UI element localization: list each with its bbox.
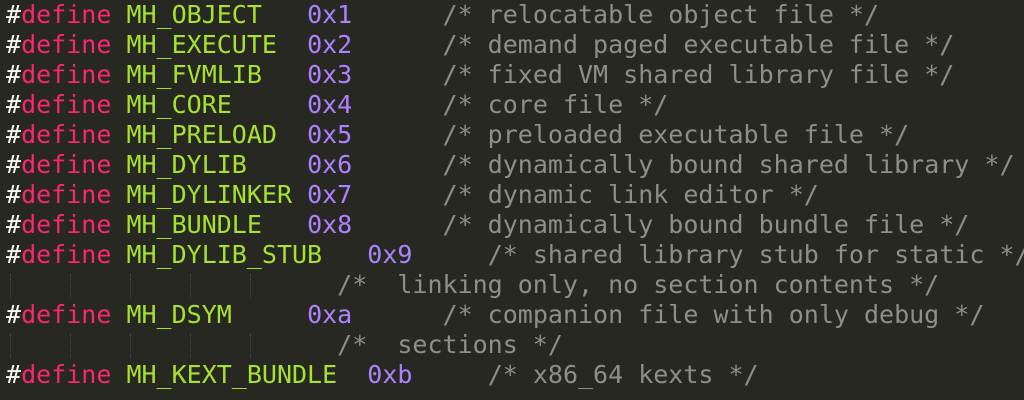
indent-guide: [250, 334, 251, 358]
indent-guide: [130, 274, 131, 298]
macro-name: MH_FVMLIB: [126, 60, 262, 89]
line-comment: /* core file */: [442, 90, 669, 119]
preprocessor-hash: #: [6, 240, 22, 269]
define-keyword: define: [21, 360, 112, 389]
preprocessor-hash: #: [6, 30, 22, 59]
code-line-mh-dylinker: #define MH_DYLINKER 0x7 /* dynamic link …: [6, 180, 819, 210]
indent-guide: [70, 334, 71, 358]
preprocessor-hash: #: [6, 180, 22, 209]
macro-value: 0x2: [307, 30, 353, 59]
define-keyword: define: [21, 210, 112, 239]
macro-value: 0x4: [307, 90, 353, 119]
code-line-mh-dylib: #define MH_DYLIB 0x6 /* dynamically boun…: [6, 150, 1015, 180]
indent-guide: [10, 334, 11, 358]
line-comment: /* relocatable object file */: [442, 0, 880, 29]
define-keyword: define: [21, 300, 112, 329]
macro-value: 0x8: [307, 210, 353, 239]
define-keyword: define: [21, 30, 112, 59]
preprocessor-hash: #: [6, 360, 22, 389]
macro-name: MH_OBJECT: [126, 0, 262, 29]
line-comment: /* companion file with only debug */: [442, 300, 985, 329]
define-keyword: define: [21, 180, 112, 209]
define-keyword: define: [21, 90, 112, 119]
macro-value: 0x3: [307, 60, 353, 89]
line-comment: /* linking only, no section contents */: [337, 270, 940, 299]
macro-name: MH_BUNDLE: [126, 210, 262, 239]
macro-name: MH_DSYM: [126, 300, 232, 329]
preprocessor-hash: #: [6, 90, 22, 119]
indent-guide: [190, 334, 191, 358]
macro-value: 0x5: [307, 120, 353, 149]
macro-name: MH_DYLIB_STUB: [126, 240, 323, 269]
line-comment: /* fixed VM shared library file */: [442, 60, 955, 89]
macro-value: 0xb: [367, 360, 413, 389]
code-line-mh-kext-bundle: #define MH_KEXT_BUNDLE 0xb /* x86_64 kex…: [6, 360, 759, 390]
macro-value: 0x6: [307, 150, 353, 179]
define-keyword: define: [21, 150, 112, 179]
code-line-mh-dylib-stub: #define MH_DYLIB_STUB 0x9 /* shared libr…: [6, 240, 1024, 270]
macro-name: MH_KEXT_BUNDLE: [126, 360, 338, 389]
line-comment: /* x86_64 kexts */: [487, 360, 759, 389]
line-comment: /* demand paged executable file */: [442, 30, 955, 59]
indent-guide: [130, 334, 131, 358]
macro-name: MH_CORE: [126, 90, 232, 119]
line-comment: /* dynamically bound bundle file */: [442, 210, 970, 239]
preprocessor-hash: #: [6, 120, 22, 149]
macro-value: 0x9: [367, 240, 413, 269]
code-line-mh-dsym: #define MH_DSYM 0xa /* companion file wi…: [6, 300, 984, 330]
line-comment: /* sections */: [337, 330, 563, 359]
macro-name: MH_EXECUTE: [126, 30, 277, 59]
indent-guide: [250, 274, 251, 298]
define-keyword: define: [21, 60, 112, 89]
indent-guide: [10, 274, 11, 298]
indent-guide: [70, 274, 71, 298]
macro-name: MH_DYLINKER: [126, 180, 293, 209]
indent-guide: [190, 274, 191, 298]
code-line-mh-preload: #define MH_PRELOAD 0x5 /* preloaded exec…: [6, 120, 909, 150]
macro-value: 0xa: [307, 300, 353, 329]
define-keyword: define: [21, 240, 112, 269]
preprocessor-hash: #: [6, 0, 22, 29]
code-line-mh-core: #define MH_CORE 0x4 /* core file */: [6, 90, 668, 120]
define-keyword: define: [21, 120, 112, 149]
line-comment: /* shared library stub for static */: [487, 240, 1024, 269]
preprocessor-hash: #: [6, 150, 22, 179]
code-line-continuation: /* linking only, no section contents */: [6, 270, 939, 300]
preprocessor-hash: #: [6, 300, 22, 329]
line-comment: /* dynamic link editor */: [442, 180, 819, 209]
macro-value: 0x7: [307, 180, 353, 209]
code-editor[interactable]: #define MH_OBJECT 0x1 /* relocatable obj…: [0, 0, 1024, 400]
macro-value: 0x1: [307, 0, 353, 29]
code-line-mh-fvmlib: #define MH_FVMLIB 0x3 /* fixed VM shared…: [6, 60, 954, 90]
preprocessor-hash: #: [6, 60, 22, 89]
line-comment: /* dynamically bound shared library */: [442, 150, 1015, 179]
code-line-mh-execute: #define MH_EXECUTE 0x2 /* demand paged e…: [6, 30, 954, 60]
macro-name: MH_DYLIB: [126, 150, 247, 179]
macro-name: MH_PRELOAD: [126, 120, 277, 149]
code-line-mh-object: #define MH_OBJECT 0x1 /* relocatable obj…: [6, 0, 879, 30]
code-line-mh-bundle: #define MH_BUNDLE 0x8 /* dynamically bou…: [6, 210, 969, 240]
preprocessor-hash: #: [6, 210, 22, 239]
line-comment: /* preloaded executable file */: [442, 120, 910, 149]
define-keyword: define: [21, 0, 112, 29]
code-line-continuation: /* sections */: [6, 330, 563, 360]
